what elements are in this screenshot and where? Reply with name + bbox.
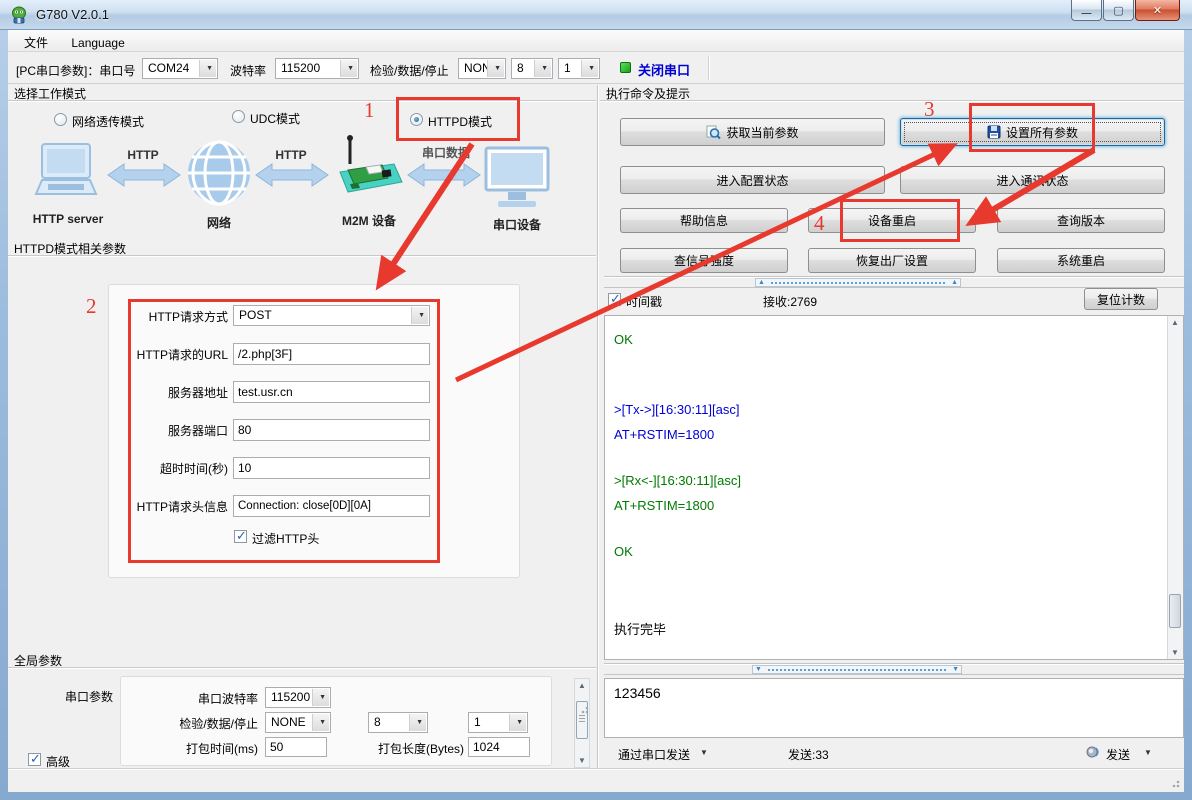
port-open-indicator-icon — [620, 62, 631, 73]
log-line: 执行完毕 — [614, 619, 666, 638]
menu-file[interactable]: 文件 — [14, 30, 58, 52]
close-port-button[interactable]: 关闭串口 — [638, 60, 690, 79]
pack-time-input[interactable] — [265, 737, 327, 757]
log-line: OK — [614, 544, 633, 559]
title-bar: G780 V2.0.1 — [0, 0, 1192, 30]
menu-language[interactable]: Language — [61, 32, 134, 54]
diagram-link1-label: HTTP — [108, 148, 178, 162]
status-bar — [8, 768, 1184, 792]
send-button[interactable]: 发送 — [1106, 746, 1130, 763]
global-baud-select[interactable]: 115200▼ — [265, 687, 331, 708]
diagram-m2m-label: M2M 设备 — [324, 212, 414, 229]
reset-count-button[interactable]: 复位计数 — [1084, 288, 1158, 310]
command-section-header: 执行命令及提示 — [600, 85, 1184, 101]
com-port-select[interactable]: COM24▼ — [142, 58, 218, 79]
global-databits-select[interactable]: 8▼ — [368, 712, 428, 733]
chevron-down-icon: ▼ — [700, 748, 708, 757]
log-line: OK — [614, 332, 633, 347]
m2m-device-icon — [336, 134, 406, 210]
send-icon — [1086, 745, 1100, 759]
close-button[interactable] — [1135, 0, 1180, 21]
global-vertical-scrollbar[interactable]: ▲ ▼ — [574, 678, 590, 768]
parity-select[interactable]: NONI▼ — [458, 58, 506, 79]
log-line: >[Rx<-][16:30:11][asc] — [614, 473, 741, 488]
http-server-icon — [28, 142, 108, 208]
global-parity-select[interactable]: NONE▼ — [265, 712, 331, 733]
help-info-button[interactable]: 帮助信息 — [620, 208, 788, 233]
system-restart-button[interactable]: 系统重启 — [997, 248, 1165, 273]
menu-bar: 文件 Language — [8, 30, 1184, 52]
query-version-button[interactable]: 查询版本 — [997, 208, 1165, 233]
timestamp-label[interactable]: 时间戳 — [626, 293, 662, 310]
serial-params-label: 串口参数 — [28, 688, 113, 705]
send-bar: 通过串口发送 ▼ 发送:33 发送 ▼ — [604, 738, 1184, 768]
chevron-down-icon: ▼ — [1144, 748, 1152, 757]
resize-grip[interactable] — [1168, 776, 1180, 788]
log-line: >[Tx->][16:30:11][asc] — [614, 402, 740, 417]
diagram-link3-label: 串口数据 — [406, 144, 486, 161]
pack-len-label: 打包长度(Bytes) — [338, 740, 464, 757]
global-section-header: 全局参数 — [8, 652, 596, 668]
window-title: G780 V2.0.1 — [36, 7, 109, 22]
maximize-button[interactable] — [1103, 0, 1134, 21]
log-vertical-scrollbar[interactable]: ▲ ▼ — [1167, 316, 1183, 659]
log-line: AT+RSTIM=1800 — [614, 427, 714, 442]
annotation-number-2: 2 — [86, 294, 97, 319]
radio-udc-mode-label[interactable]: UDC模式 — [250, 110, 300, 127]
parity-label: 检验/数据/停止 — [370, 62, 449, 79]
baud-label: 波特率 — [230, 62, 266, 79]
serial-toolbar: [PC串口参数]：串口号 COM24▼ 波特率 115200▼ 检验/数据/停止… — [8, 52, 1184, 84]
diagram-link2-label: HTTP — [256, 148, 326, 162]
annotation-box-3 — [969, 103, 1095, 152]
pack-len-input[interactable] — [468, 737, 530, 757]
annotation-box-4 — [840, 199, 960, 242]
diagram-serial-device-label: 串口设备 — [476, 216, 558, 233]
annotation-number-1: 1 — [364, 98, 375, 123]
double-arrow-icon — [106, 162, 182, 188]
log-output: OK >[Tx->][16:30:11][asc] AT+RSTIM=1800 … — [604, 315, 1184, 660]
advanced-checkbox[interactable] — [28, 753, 41, 766]
annotation-box-2 — [128, 299, 440, 563]
log-line: AT+RSTIM=1800 — [614, 498, 714, 513]
get-params-button[interactable]: 获取当前参数 — [620, 118, 885, 146]
enter-config-button[interactable]: 进入配置状态 — [620, 166, 885, 194]
signal-strength-button[interactable]: 查信号强度 — [620, 248, 788, 273]
diagram-http-server-label: HTTP server — [20, 212, 116, 226]
app-window: G780 V2.0.1 文件 Language [PC串口参数]：串口号 COM… — [0, 0, 1192, 800]
network-globe-icon — [186, 140, 252, 206]
received-count: 接收:2769 — [763, 293, 817, 310]
send-via-dropdown[interactable]: 通过串口发送 — [618, 746, 690, 763]
diagram-network-label: 网络 — [186, 214, 252, 231]
global-parity-label: 检验/数据/停止 — [138, 715, 258, 732]
annotation-number-4: 4 — [814, 211, 825, 236]
send-input[interactable]: 123456 — [604, 678, 1184, 738]
magnifier-icon — [706, 125, 721, 140]
enter-comm-button[interactable]: 进入通讯状态 — [900, 166, 1165, 194]
panel-divider — [597, 85, 598, 768]
radio-udc-mode[interactable] — [232, 110, 245, 123]
double-arrow-icon — [406, 162, 482, 188]
radio-transparent-mode-label[interactable]: 网络透传模式 — [72, 113, 144, 130]
serial-device-icon — [482, 146, 552, 210]
global-baud-label: 串口波特率 — [138, 690, 258, 707]
toolbar-separator — [708, 56, 709, 80]
pack-time-label: 打包时间(ms) — [138, 740, 258, 757]
log-top-splitter[interactable]: ▲▲ — [604, 276, 1184, 288]
baud-select[interactable]: 115200▼ — [275, 58, 359, 79]
httpd-section-header: HTTPD模式相关参数 — [8, 240, 596, 256]
sent-count: 发送:33 — [788, 746, 829, 763]
databits-select[interactable]: 8▼ — [511, 58, 553, 79]
global-stopbits-select[interactable]: 1▼ — [468, 712, 528, 733]
app-logo-icon — [10, 6, 28, 24]
double-arrow-icon — [254, 162, 330, 188]
factory-reset-button[interactable]: 恢复出厂设置 — [808, 248, 976, 273]
annotation-box-1 — [396, 97, 520, 141]
stopbits-select[interactable]: 1▼ — [558, 58, 600, 79]
radio-transparent-mode[interactable] — [54, 113, 67, 126]
timestamp-checkbox[interactable] — [608, 293, 621, 306]
minimize-button[interactable] — [1071, 0, 1102, 21]
log-bottom-splitter[interactable]: ▼▼ — [604, 663, 1184, 675]
pc-serial-label: [PC串口参数]：串口号 — [16, 62, 135, 79]
annotation-number-3: 3 — [924, 97, 935, 122]
